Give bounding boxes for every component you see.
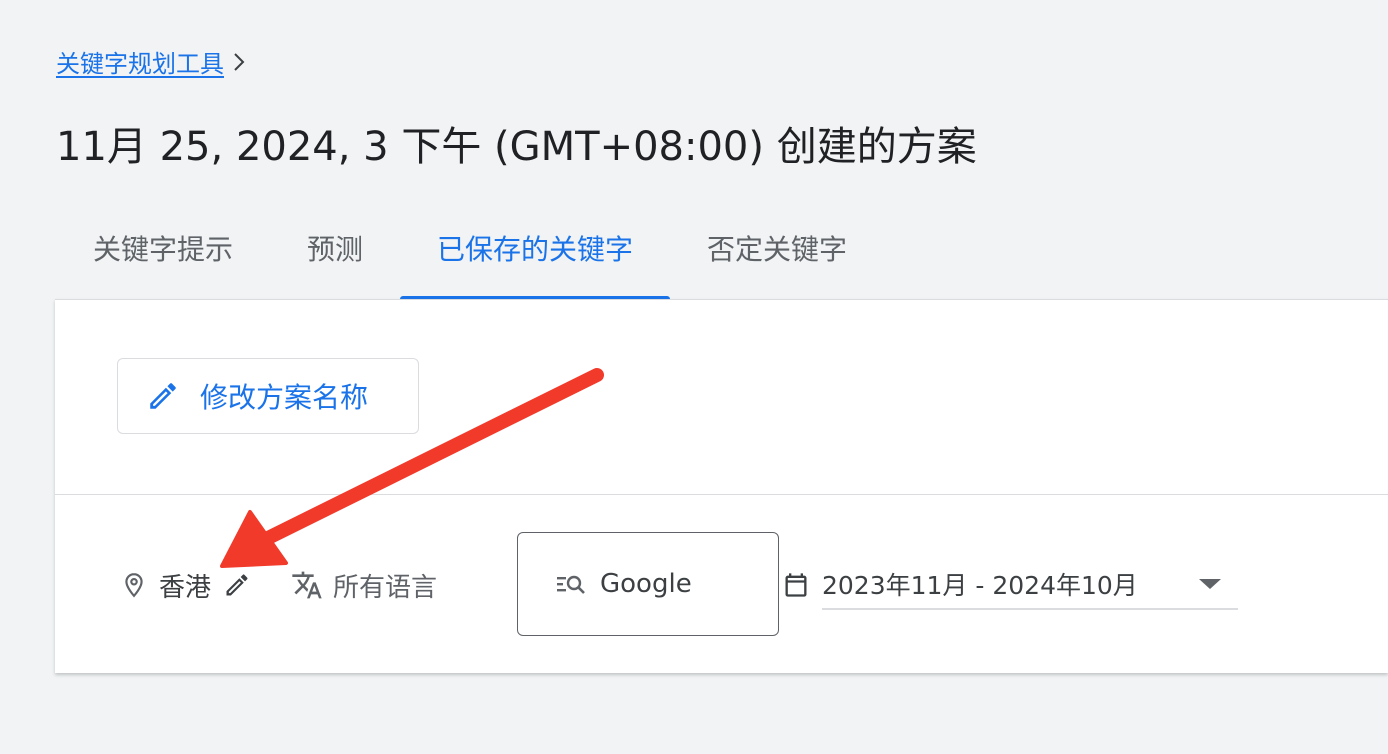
filter-bar: 香港 所有语言 Google 2023年11月 - 2024年10月: [55, 532, 1388, 638]
tab-label: 关键字提示: [93, 233, 234, 266]
divider: [55, 494, 1388, 495]
rename-plan-button[interactable]: 修改方案名称: [117, 358, 419, 434]
tab-keyword-ideas[interactable]: 关键字提示: [56, 196, 270, 300]
pencil-icon: [146, 379, 180, 413]
pencil-icon[interactable]: [223, 571, 251, 599]
page-title: 11月 25, 2024, 3 下午 (GMT+08:00) 创建的方案: [56, 124, 977, 170]
tab-negative-keywords[interactable]: 否定关键字: [670, 196, 884, 300]
network-filter[interactable]: Google: [517, 532, 779, 636]
location-value: 香港: [159, 572, 212, 603]
tab-saved-keywords[interactable]: 已保存的关键字: [400, 196, 671, 302]
breadcrumb-link-keyword-planner[interactable]: 关键字规划工具: [56, 44, 224, 79]
date-range-value: 2023年11月 - 2024年10月: [822, 571, 1138, 600]
date-range-select[interactable]: 2023年11月 - 2024年10月: [822, 560, 1238, 610]
location-pin-icon: [121, 570, 147, 600]
plan-card: 修改方案名称 香港 所有语言 Google 2023年11月 - 2024年10…: [55, 299, 1388, 673]
translate-icon: [291, 569, 323, 601]
calendar-icon: [782, 570, 810, 600]
tab-label: 预测: [307, 233, 364, 266]
tab-label: 否定关键字: [707, 233, 848, 266]
chevron-right-icon: [232, 51, 246, 73]
tab-forecast[interactable]: 预测: [270, 196, 400, 300]
dropdown-arrow-icon: [1198, 577, 1222, 591]
tab-label: 已保存的关键字: [437, 233, 634, 266]
search-network-icon: [556, 573, 586, 595]
language-value: 所有语言: [333, 572, 438, 603]
date-range-filter[interactable]: 2023年11月 - 2024年10月: [782, 560, 1238, 610]
breadcrumb: 关键字规划工具: [56, 44, 246, 79]
network-value: Google: [600, 569, 692, 599]
tab-bar: 关键字提示 预测 已保存的关键字 否定关键字: [56, 196, 884, 302]
rename-plan-label: 修改方案名称: [200, 382, 369, 413]
location-filter[interactable]: 香港: [121, 562, 251, 608]
language-filter[interactable]: 所有语言: [291, 562, 437, 608]
